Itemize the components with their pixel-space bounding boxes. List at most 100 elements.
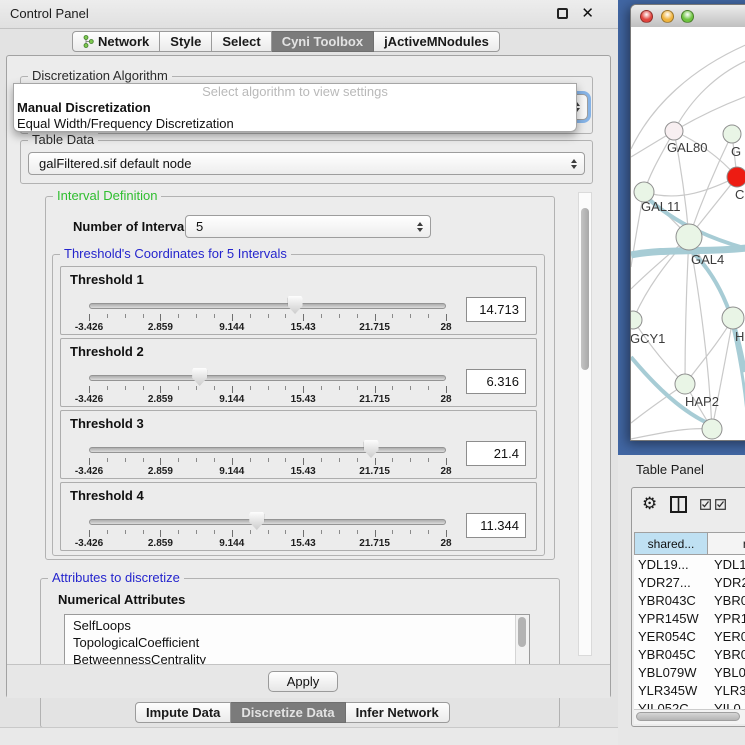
numerical-attributes-label: Numerical Attributes — [58, 592, 185, 607]
slider-tick-label: 15.43 — [291, 466, 316, 477]
slider-track[interactable] — [89, 303, 446, 309]
slider-tick-label: 2.859 — [148, 538, 173, 549]
network-window-titlebar[interactable] — [631, 5, 745, 28]
network-node[interactable] — [702, 419, 722, 439]
network-node-hap2[interactable] — [675, 374, 695, 394]
cell-shared-name: YBL079W — [634, 664, 710, 682]
slider-thumb[interactable] — [249, 512, 264, 530]
dropdown-item-manual-discretization[interactable]: Manual Discretization — [14, 100, 576, 116]
scrollbar-thumb[interactable] — [636, 712, 740, 721]
table-row[interactable]: YER054CYER0 — [634, 628, 745, 646]
close-icon[interactable]: ✕ — [581, 4, 594, 22]
bottom-tab-discretize-data[interactable]: Discretize Data — [231, 702, 345, 723]
network-edge[interactable] — [685, 237, 689, 384]
network-edge[interactable] — [631, 357, 712, 425]
threshold-slider[interactable]: -3.4262.8599.14415.4321.71528 — [89, 339, 446, 408]
network-node-gal80[interactable] — [665, 122, 683, 140]
threshold-slider[interactable]: -3.4262.8599.14415.4321.71528 — [89, 267, 446, 336]
table-row[interactable]: YBR043CYBR0 — [634, 592, 745, 610]
network-edge[interactable] — [674, 57, 745, 131]
checkbox-icons[interactable] — [700, 499, 726, 510]
tab-select[interactable]: Select — [212, 31, 271, 52]
slider-tick — [125, 314, 126, 318]
slider-thumb[interactable] — [288, 296, 303, 314]
threshold-item-2: Threshold 2-3.4262.8599.14415.4321.71528… — [60, 338, 537, 407]
network-edge[interactable] — [644, 177, 737, 196]
slider-tick — [428, 530, 429, 534]
slider-tick — [357, 458, 358, 462]
slider-tick — [428, 386, 429, 390]
traffic-light-close-icon[interactable] — [640, 10, 653, 23]
table-row[interactable]: YBR045CYBR0 — [634, 646, 745, 664]
apply-button[interactable]: Apply — [268, 671, 338, 692]
slider-tick — [303, 530, 304, 537]
bottom-tab-infer-network[interactable]: Infer Network — [346, 702, 450, 723]
threshold-value-field[interactable]: 21.4 — [466, 441, 526, 466]
table-row[interactable]: YPR145WYPR1 — [634, 610, 745, 628]
gear-icon[interactable]: ⚙ — [642, 494, 657, 514]
table-row[interactable]: YBL079WYBL0 — [634, 664, 745, 682]
threshold-slider[interactable]: -3.4262.8599.14415.4321.71528 — [89, 411, 446, 480]
tab-cyni-toolbox[interactable]: Cyni Toolbox — [272, 31, 374, 52]
traffic-light-minimize-icon[interactable] — [661, 10, 674, 23]
column-header-1[interactable]: shared... — [634, 532, 708, 555]
dropdown-item-equal-width-frequency[interactable]: Equal Width/Frequency Discretization — [14, 116, 576, 132]
slider-tick — [446, 458, 447, 465]
table-data-combobox[interactable]: galFiltered.sif default node — [28, 152, 585, 175]
network-node-c[interactable] — [727, 167, 745, 187]
tab-label: Style — [170, 31, 201, 52]
network-node-h[interactable] — [722, 307, 744, 329]
slider-tick — [321, 458, 322, 462]
network-node-g[interactable] — [723, 125, 741, 143]
attribute-list-item[interactable]: SelfLoops — [65, 617, 529, 634]
columns-icon[interactable] — [670, 496, 687, 513]
threshold-value-field[interactable]: 14.713 — [466, 297, 526, 322]
network-node-gal4[interactable] — [676, 224, 702, 250]
interval-definition-label: Interval Definition — [53, 188, 161, 203]
table-horizontal-scrollbar[interactable] — [634, 709, 745, 724]
slider-tick — [303, 314, 304, 321]
cell-shared-name: YDR27... — [634, 574, 710, 592]
slider-track[interactable] — [89, 447, 446, 453]
table-row[interactable]: YDR27...YDR2 — [634, 574, 745, 592]
slider-tick-label: -3.426 — [75, 466, 103, 477]
network-node-gcy1[interactable] — [631, 311, 642, 329]
scrollbar-thumb[interactable] — [581, 208, 589, 370]
tab-style[interactable]: Style — [160, 31, 212, 52]
dropdown-placeholder-item[interactable]: Select algorithm to view settings — [14, 84, 576, 100]
slider-tick — [268, 314, 269, 318]
panel-scrollbar[interactable] — [578, 192, 592, 656]
slider-thumb[interactable] — [364, 440, 379, 458]
slider-tick — [107, 386, 108, 390]
network-edge[interactable] — [631, 429, 712, 439]
slider-track[interactable] — [89, 375, 446, 381]
table-row[interactable]: YLR345WYLR3 — [634, 682, 745, 700]
slider-thumb[interactable] — [192, 368, 207, 386]
network-canvas[interactable]: GAL80GCGAL11GAL4GCY1HHAP2 — [631, 27, 745, 441]
control-panel-title: Control Panel — [10, 0, 89, 28]
network-edge[interactable] — [633, 320, 685, 384]
scrollbar-thumb[interactable] — [518, 617, 526, 647]
attribute-list-item[interactable]: TopologicalCoefficient — [65, 634, 529, 651]
threshold-item-4: Threshold 4-3.4262.8599.14415.4321.71528… — [60, 482, 537, 551]
tab-label: Cyni Toolbox — [282, 31, 363, 52]
network-node-label: G — [731, 144, 741, 159]
network-graph[interactable]: GAL80GCGAL11GAL4GCY1HHAP2 — [631, 27, 745, 441]
threshold-value-field[interactable]: 11.344 — [466, 513, 526, 538]
slider-tick-label: 28 — [440, 394, 451, 405]
threshold-value-field[interactable]: 6.316 — [466, 369, 526, 394]
bottom-tab-impute-data[interactable]: Impute Data — [135, 702, 231, 723]
tab-network[interactable]: Network — [72, 31, 160, 52]
slider-tick-label: 28 — [440, 322, 451, 333]
network-edge[interactable] — [685, 318, 733, 384]
slider-tick — [428, 458, 429, 462]
traffic-light-zoom-icon[interactable] — [681, 10, 694, 23]
column-header-2[interactable]: na — [708, 532, 745, 555]
number-of-intervals-combobox[interactable]: 5 — [185, 215, 431, 238]
float-window-icon[interactable] — [557, 8, 568, 19]
table-row[interactable]: YDL19...YDL1 — [634, 556, 745, 574]
tab-jactivemnodules[interactable]: jActiveMNodules — [374, 31, 500, 52]
threshold-slider[interactable]: -3.4262.8599.14415.4321.71528 — [89, 483, 446, 552]
slider-tick-label: 2.859 — [148, 322, 173, 333]
slider-track[interactable] — [89, 519, 446, 525]
